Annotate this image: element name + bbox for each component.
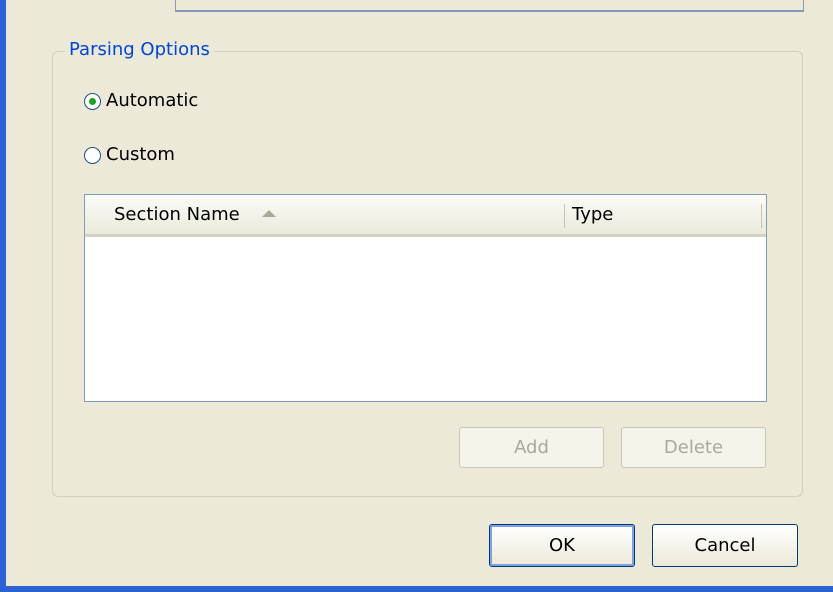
sort-ascending-icon bbox=[261, 210, 276, 217]
custom-radio-option[interactable]: Custom bbox=[84, 143, 175, 167]
window-frame-left bbox=[0, 0, 6, 592]
cancel-button[interactable]: Cancel bbox=[652, 524, 798, 567]
automatic-radio-option[interactable]: Automatic bbox=[84, 89, 198, 113]
automatic-radio-label[interactable]: Automatic bbox=[106, 90, 198, 112]
radio-selected-dot bbox=[89, 97, 96, 105]
column-header-type-label: Type bbox=[572, 204, 614, 225]
column-header-type[interactable]: Type bbox=[565, 195, 762, 234]
tab-panel-edge bbox=[175, 0, 804, 12]
add-button[interactable]: Add bbox=[459, 427, 604, 468]
ok-button[interactable]: OK bbox=[489, 524, 635, 567]
column-header-section-name[interactable]: Section Name bbox=[85, 195, 565, 234]
custom-radio-label[interactable]: Custom bbox=[106, 144, 175, 166]
window-frame-bottom bbox=[0, 586, 833, 592]
automatic-radio-button[interactable] bbox=[84, 92, 101, 110]
column-separator[interactable] bbox=[761, 204, 762, 228]
column-header-section-name-label: Section Name bbox=[114, 204, 240, 225]
custom-radio-button[interactable] bbox=[84, 146, 101, 164]
sections-list[interactable]: Section Name Type bbox=[84, 194, 767, 402]
groupbox-title: Parsing Options bbox=[65, 39, 214, 61]
delete-button[interactable]: Delete bbox=[621, 427, 766, 468]
list-header: Section Name Type bbox=[85, 195, 766, 237]
dialog-window: Parsing Options Automatic Custom Section… bbox=[0, 0, 833, 592]
